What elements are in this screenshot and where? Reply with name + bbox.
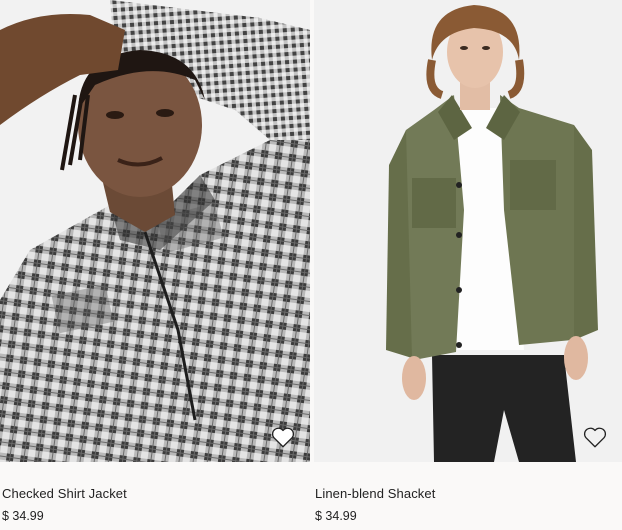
add-to-favorites-button[interactable] [582, 424, 608, 450]
product-card-linen-blend-shacket[interactable]: Linen-blend Shacket $ 34.99 [314, 0, 622, 530]
product-title[interactable]: Checked Shirt Jacket [2, 486, 127, 501]
product-image-checked-shirt-jacket[interactable] [0, 0, 310, 462]
add-to-favorites-button[interactable] [270, 424, 296, 450]
product-card-checked-shirt-jacket[interactable]: Checked Shirt Jacket $ 34.99 [0, 0, 310, 530]
product-image-linen-blend-shacket[interactable] [314, 0, 622, 462]
product-title[interactable]: Linen-blend Shacket [315, 486, 435, 501]
product-grid: Checked Shirt Jacket $ 34.99 Linen-blend… [0, 0, 622, 530]
heart-outline-icon [271, 427, 295, 448]
product-price: $ 34.99 [2, 509, 44, 523]
heart-outline-icon [583, 427, 607, 448]
product-price: $ 34.99 [315, 509, 357, 523]
